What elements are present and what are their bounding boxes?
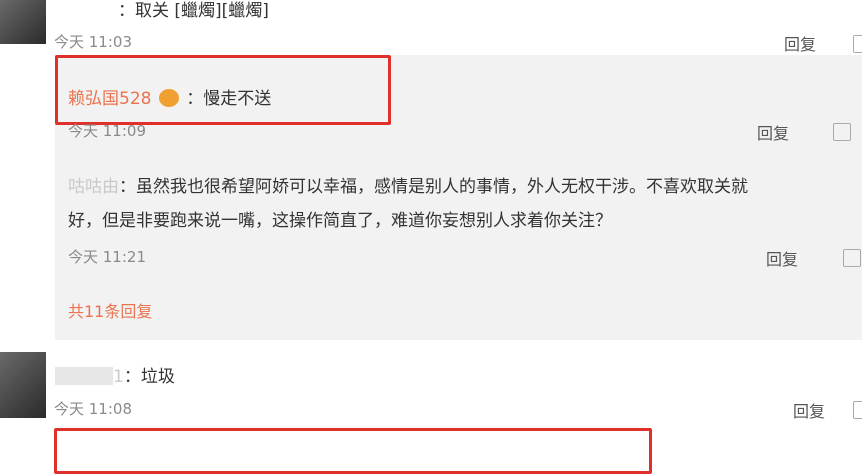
comment-text: 1：垃圾 — [55, 362, 175, 387]
like-icon[interactable] — [853, 35, 862, 53]
reply-text: ：虽然我也很希望阿娇可以幸福，感情是别人的事情，外人无权干涉。不喜欢取关就 — [119, 177, 748, 197]
comment-text-content: ：取关 [蠟燭][蠟燭] — [118, 1, 269, 21]
username-blurred[interactable] — [55, 367, 113, 385]
like-icon[interactable] — [853, 401, 862, 419]
comment-time: 今天 11:03 — [54, 33, 132, 51]
reply-button[interactable]: 回复 — [766, 246, 798, 270]
avatar[interactable] — [0, 0, 46, 44]
reply-username[interactable]: 咕咕由 — [68, 177, 119, 197]
reply-time: 今天 11:21 — [68, 248, 146, 266]
reply-time: 今天 11:09 — [68, 122, 146, 140]
like-icon[interactable] — [843, 249, 861, 267]
more-replies-link[interactable]: 共11条回复 — [68, 298, 152, 322]
comment-text-content: ：垃圾 — [123, 367, 175, 387]
reply-button[interactable]: 回复 — [793, 398, 825, 422]
highlight-box — [54, 428, 652, 474]
reply-button[interactable]: 回复 — [784, 31, 816, 55]
comment-text: ：取关 [蠟燭][蠟燭] — [118, 0, 269, 21]
highlight-box — [55, 55, 391, 125]
avatar[interactable] — [0, 352, 46, 418]
reply-item: 咕咕由：虽然我也很希望阿娇可以幸福，感情是别人的事情，外人无权干涉。不喜欢取关就 — [68, 172, 748, 197]
avatar-image — [0, 352, 46, 418]
avatar-image — [0, 0, 46, 44]
reply-text-continued: 好，但是非要跑来说一嘴，这操作简直了，难道你妄想别人求着你关注？ — [68, 211, 612, 231]
comment-username[interactable]: 1 — [113, 367, 124, 387]
like-icon[interactable] — [833, 123, 851, 141]
comment-time: 今天 11:08 — [54, 400, 132, 418]
reply-button[interactable]: 回复 — [757, 120, 789, 144]
